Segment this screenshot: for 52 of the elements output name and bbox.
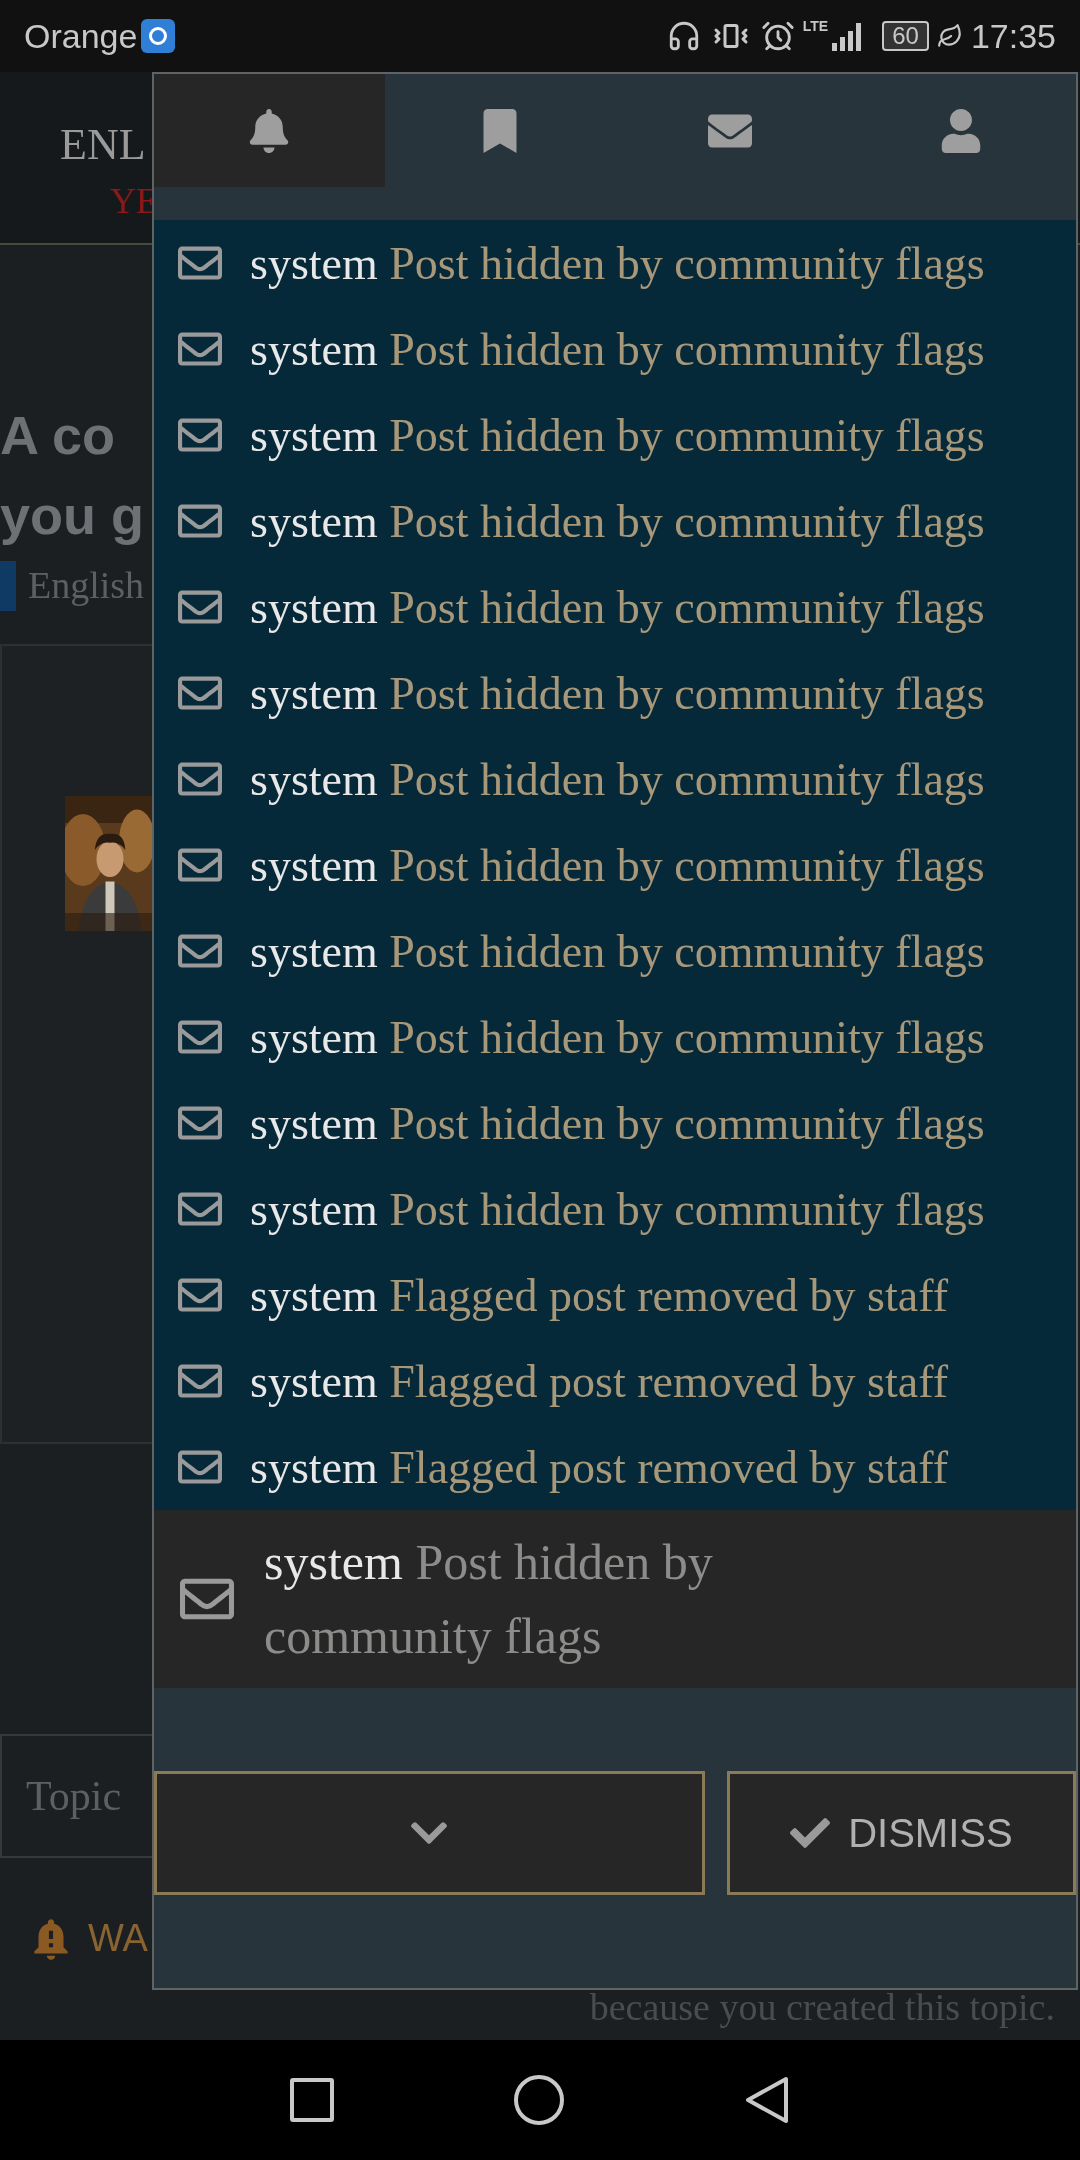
dismiss-button[interactable]: DISMISS bbox=[726, 1771, 1076, 1895]
notification-item[interactable]: system Post hidden by community flags bbox=[154, 392, 1076, 478]
alarm-icon bbox=[760, 19, 795, 53]
notification-text: system Post hidden by community flags bbox=[250, 1096, 985, 1151]
notification-item[interactable]: system Post hidden by community flags bbox=[154, 650, 1076, 736]
topic-box-text: Topic bbox=[26, 1771, 122, 1821]
notification-item[interactable]: system Post hidden by community flags bbox=[154, 1166, 1076, 1252]
notification-text: system Post hidden by community flags bbox=[250, 666, 985, 721]
battery-indicator: 60 bbox=[882, 21, 929, 51]
home-button[interactable] bbox=[514, 2075, 564, 2125]
more-button[interactable] bbox=[154, 1771, 705, 1895]
carrier-name: Orange bbox=[24, 15, 138, 57]
notification-text: system Post hidden by community flags bbox=[250, 580, 985, 635]
notification-item[interactable]: system Flagged post removed by staff bbox=[154, 1338, 1076, 1424]
notification-item[interactable]: system Post hidden by community flags bbox=[154, 1510, 1076, 1688]
notification-item[interactable]: system Post hidden by community flags bbox=[154, 994, 1076, 1080]
notification-text: system Post hidden by community flags bbox=[250, 236, 985, 291]
notification-text: system Post hidden by community flags bbox=[250, 752, 985, 807]
support-app-icon bbox=[141, 19, 176, 53]
notification-text: system Post hidden by community flags bbox=[264, 1533, 714, 1666]
notification-item[interactable]: system Post hidden by community flags bbox=[154, 822, 1076, 908]
leaf-icon bbox=[936, 23, 963, 49]
notification-text: system Post hidden by community flags bbox=[250, 838, 985, 893]
back-button[interactable] bbox=[744, 2075, 790, 2125]
notification-text: system Post hidden by community flags bbox=[250, 1010, 985, 1065]
warning-text: WA bbox=[88, 1916, 148, 1961]
logo-text: ENL bbox=[60, 122, 146, 167]
notification-item[interactable]: system Post hidden by community flags bbox=[154, 1080, 1076, 1166]
category-name: English bbox=[28, 563, 145, 608]
notification-item[interactable]: system Post hidden by community flags bbox=[154, 908, 1076, 994]
notification-text: system Post hidden by community flags bbox=[250, 408, 985, 463]
notification-text: system Flagged post removed by staff bbox=[250, 1440, 948, 1495]
notification-text: system Post hidden by community flags bbox=[250, 924, 985, 979]
notification-text: system Post hidden by community flags bbox=[250, 1182, 985, 1237]
notification-text: system Post hidden by community flags bbox=[250, 494, 985, 549]
notification-item[interactable]: system Flagged post removed by staff bbox=[154, 1424, 1076, 1510]
notification-item[interactable]: system Post hidden by community flags bbox=[154, 736, 1076, 822]
category-badge-icon bbox=[0, 560, 16, 611]
notification-item[interactable]: system Flagged post removed by staff bbox=[154, 1252, 1076, 1338]
notification-text: system Flagged post removed by staff bbox=[250, 1354, 948, 1409]
notification-text: system Flagged post removed by staff bbox=[250, 1268, 948, 1323]
clock: 17:35 bbox=[970, 15, 1056, 57]
panel-tab[interactable] bbox=[154, 74, 385, 187]
notification-item[interactable]: system Post hidden by community flags bbox=[154, 220, 1076, 306]
notification-text: system Post hidden by community flags bbox=[250, 322, 985, 377]
notification-item[interactable]: system Post hidden by community flags bbox=[154, 306, 1076, 392]
recent-apps-button[interactable] bbox=[290, 2078, 334, 2122]
topic-title: you g bbox=[0, 484, 145, 547]
notification-item[interactable]: system Post hidden by community flags bbox=[154, 564, 1076, 650]
network-type: LTE bbox=[802, 17, 829, 36]
topic-title: A co bbox=[0, 404, 116, 467]
notification-item[interactable]: system Post hidden by community flags bbox=[154, 478, 1076, 564]
